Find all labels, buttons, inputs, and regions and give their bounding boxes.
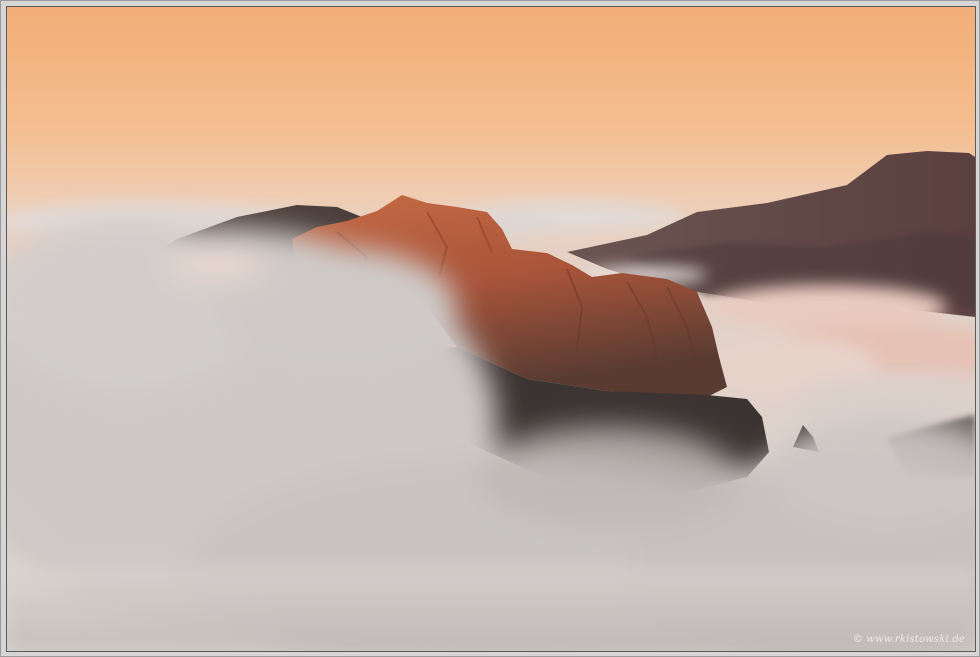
watermark: © www.rkistowski.de <box>852 634 965 645</box>
landscape-photo: © www.rkistowski.de <box>6 6 976 652</box>
photo-frame: © www.rkistowski.de <box>0 0 980 657</box>
photo-scene <box>7 7 975 651</box>
